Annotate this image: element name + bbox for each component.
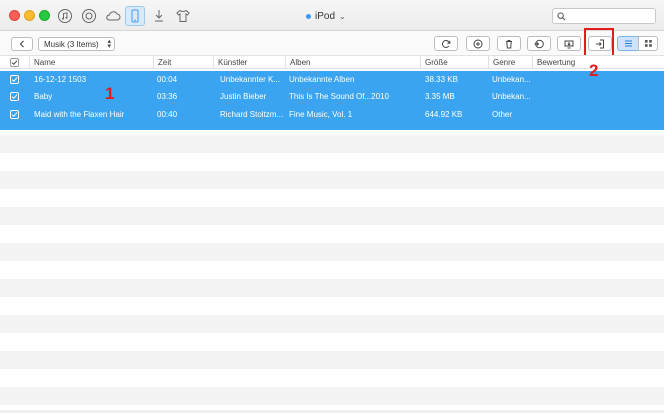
cell-time: 00:04 — [157, 75, 178, 84]
column-header-time[interactable]: Zeit — [153, 56, 213, 69]
search-icon — [557, 12, 566, 21]
to-itunes-icon — [534, 39, 544, 48]
row-checkbox[interactable] — [10, 110, 19, 119]
empty-row — [0, 243, 664, 261]
to-computer-icon — [564, 40, 574, 48]
search-input[interactable] — [552, 8, 656, 24]
cell-name: Maid with the Flaxen Hair — [34, 110, 125, 119]
category-select[interactable]: Musik (3 Items) ▴ ▾ — [38, 37, 115, 51]
empty-row — [0, 351, 664, 369]
cell-genre: Other — [492, 110, 513, 119]
chevron-down-icon: ⌄ — [339, 11, 346, 21]
device-selector[interactable]: iPod ⌄ — [306, 9, 346, 23]
empty-row — [0, 171, 664, 189]
empty-row — [0, 135, 664, 153]
checkmark-icon — [11, 94, 18, 100]
table-row[interactable]: Baby 03:36 Justin Bieber This Is The Sou… — [0, 88, 664, 106]
send-to-itunes-button[interactable] — [527, 36, 551, 51]
cell-size: 38.33 KB — [425, 75, 458, 84]
select-all-checkbox[interactable] — [10, 58, 19, 67]
backup-icon[interactable] — [79, 6, 99, 26]
export-to-computer-button[interactable] — [557, 36, 581, 51]
trash-icon — [506, 39, 512, 48]
cell-artist: Unbekannter K... — [220, 75, 281, 84]
toolbar: Musik (3 Items) ▴ ▾ — [0, 31, 664, 55]
column-header-size[interactable]: Größe — [420, 56, 488, 69]
title-bar: iPod ⌄ — [0, 0, 664, 31]
empty-row — [0, 207, 664, 225]
checkmark-icon — [11, 60, 18, 66]
cell-name: 16-12-12 1503 — [34, 75, 87, 84]
row-checkbox[interactable] — [10, 75, 19, 84]
maximize-window-button[interactable] — [39, 10, 50, 21]
updown-arrows-icon: ▴ ▾ — [107, 38, 111, 50]
cell-time: 03:36 — [157, 92, 178, 101]
refresh-button[interactable] — [434, 36, 458, 51]
annotation-number-1: 1 — [105, 84, 115, 103]
cell-time: 00:40 — [157, 110, 178, 119]
close-window-button[interactable] — [9, 10, 20, 21]
cell-genre: Unbekan... — [492, 75, 531, 84]
add-button[interactable] — [466, 36, 490, 51]
icloud-icon[interactable] — [103, 6, 123, 26]
checkmark-icon — [11, 112, 18, 118]
back-button[interactable] — [11, 37, 33, 51]
toolkit-shirt-icon[interactable] — [173, 6, 193, 26]
empty-row — [0, 315, 664, 333]
column-header-genre[interactable]: Genre — [488, 56, 532, 69]
cell-name: Baby — [34, 92, 53, 101]
annotation-number-2: 2 — [589, 61, 599, 80]
device-status-dot — [306, 13, 311, 19]
column-header-album[interactable]: Alben — [285, 56, 420, 69]
column-header-name[interactable]: Name — [29, 56, 153, 69]
row-checkbox[interactable] — [10, 92, 19, 101]
category-label: Musik (3 Items) — [44, 39, 99, 49]
cell-album: This Is The Sound Of...2010 — [289, 92, 389, 101]
add-icon — [473, 39, 483, 48]
empty-row — [0, 387, 664, 405]
chevron-left-icon — [19, 40, 24, 48]
highlight-box — [584, 28, 614, 57]
checkmark-icon — [11, 77, 18, 83]
download-icon[interactable] — [149, 6, 169, 26]
table-header: Name Zeit Künstler Alben Größe Genre Bew… — [0, 55, 664, 69]
delete-button[interactable] — [497, 36, 521, 51]
grid-view-button[interactable] — [638, 36, 658, 51]
refresh-icon — [441, 39, 451, 48]
empty-row — [0, 279, 664, 297]
table-row[interactable]: Maid with the Flaxen Hair 00:40 Richard … — [0, 106, 664, 130]
device-icon[interactable] — [125, 6, 145, 26]
cell-artist: Richard Stoltzm... — [220, 110, 284, 119]
minimize-window-button[interactable] — [24, 10, 35, 21]
grid-view-icon — [644, 40, 652, 47]
cell-size: 644.92 KB — [425, 110, 463, 119]
cell-album: Unbekannte Alben — [289, 75, 355, 84]
itunes-icon[interactable] — [55, 6, 75, 26]
cell-genre: Unbekan... — [492, 92, 531, 101]
column-header-artist[interactable]: Künstler — [213, 56, 285, 69]
cell-size: 3.35 MB — [425, 92, 455, 101]
device-name: iPod — [315, 10, 336, 22]
cell-artist: Justin Bieber — [220, 92, 267, 101]
table-row[interactable]: 16-12-12 1503 00:04 Unbekannter K... Unb… — [0, 71, 664, 88]
cell-album: Fine Music, Vol. 1 — [289, 110, 353, 119]
list-view-button[interactable] — [617, 36, 639, 51]
list-view-icon — [624, 40, 632, 47]
